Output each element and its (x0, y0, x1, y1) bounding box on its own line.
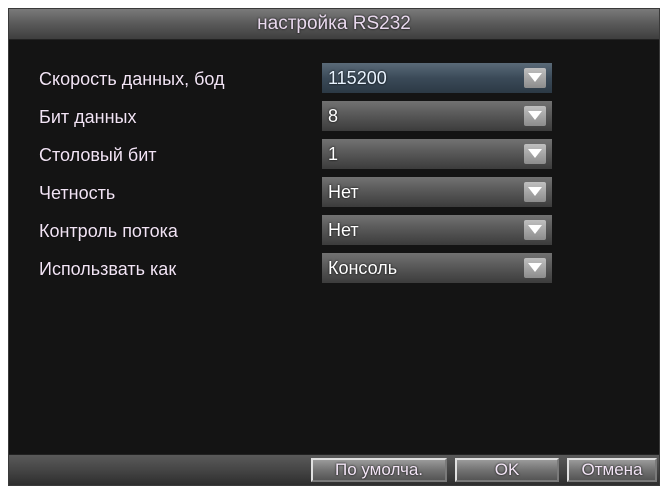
stop-bit-value: 1 (328, 144, 339, 164)
baud-rate-select[interactable]: 115200 (322, 63, 552, 93)
stop-bit-select[interactable]: 1 (322, 139, 552, 169)
parity-select[interactable]: Нет (322, 177, 552, 207)
chevron-down-icon[interactable] (524, 220, 546, 240)
setting-row-usage: Использвать как Консоль (9, 253, 659, 285)
parity-label: Четность (39, 183, 116, 203)
rs232-settings-dialog: настройка RS232 Скорость данных, бод 115… (8, 8, 660, 486)
parity-value: Нет (328, 182, 359, 202)
data-bits-label: Бит данных (39, 107, 137, 127)
cancel-button[interactable]: Отмена (567, 458, 657, 482)
usage-value: Консоль (328, 258, 398, 278)
flow-control-value: Нет (328, 220, 359, 240)
data-bits-select[interactable]: 8 (322, 101, 552, 131)
ok-button[interactable]: OK (455, 458, 559, 482)
setting-row-baud-rate: Скорость данных, бод 115200 (9, 63, 659, 95)
usage-label: Использвать как (39, 259, 177, 279)
stop-bit-label: Столовый бит (39, 145, 157, 165)
dialog-title: настройка RS232 (257, 13, 411, 34)
default-button[interactable]: По умолча. (311, 458, 447, 482)
setting-row-stop-bit: Столовый бит 1 (9, 139, 659, 171)
dialog-footer: По умолча. OK Отмена (9, 454, 659, 485)
baud-rate-label: Скорость данных, бод (39, 69, 225, 89)
usage-select[interactable]: Консоль (322, 253, 552, 283)
chevron-down-icon[interactable] (524, 258, 546, 278)
chevron-down-icon[interactable] (524, 106, 546, 126)
flow-control-label: Контроль потока (39, 221, 178, 241)
chevron-down-icon[interactable] (524, 68, 546, 88)
chevron-down-icon[interactable] (524, 144, 546, 164)
dialog-titlebar: настройка RS232 (9, 9, 659, 40)
chevron-down-icon[interactable] (524, 182, 546, 202)
setting-row-flow-control: Контроль потока Нет (9, 215, 659, 247)
baud-rate-value: 115200 (328, 68, 387, 88)
setting-row-data-bits: Бит данных 8 (9, 101, 659, 133)
data-bits-value: 8 (328, 106, 339, 126)
flow-control-select[interactable]: Нет (322, 215, 552, 245)
setting-row-parity: Четность Нет (9, 177, 659, 209)
